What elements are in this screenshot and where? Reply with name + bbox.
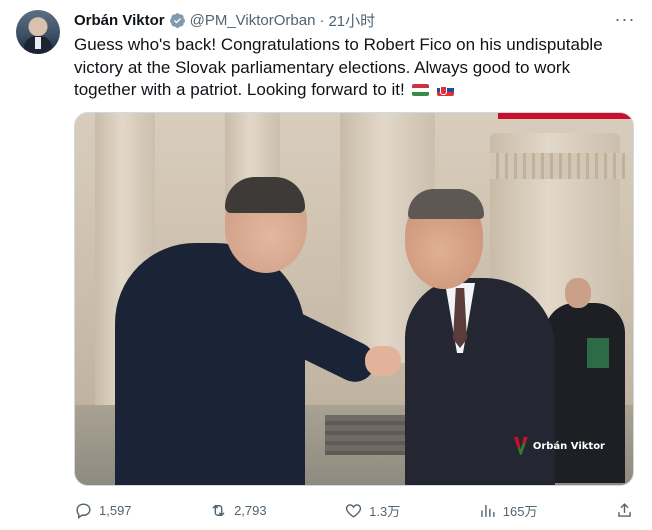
author-name[interactable]: Orbán Viktor bbox=[74, 12, 165, 29]
views-button[interactable]: 165万 bbox=[478, 501, 538, 520]
photo-watermark: Orbán Viktor bbox=[513, 437, 605, 455]
left-person-hair bbox=[225, 177, 305, 213]
author-handle[interactable]: @PM_ViktorOrban bbox=[190, 12, 316, 29]
left-person-suit bbox=[115, 243, 305, 485]
handshake bbox=[365, 346, 401, 376]
tweet-body: Guess who's back! Congratulations to Rob… bbox=[74, 35, 603, 99]
reply-icon bbox=[76, 502, 91, 519]
watermark-text: Orbán Viktor bbox=[532, 440, 605, 452]
tweet-timestamp[interactable]: 21小时 bbox=[328, 10, 375, 31]
retweet-count: 2,793 bbox=[234, 502, 267, 518]
view-count: 165万 bbox=[502, 503, 538, 519]
flag-slovakia-icon bbox=[437, 84, 455, 96]
tweet-photo[interactable]: Orbán Viktor bbox=[74, 112, 634, 486]
tweet-text: Guess who's back! Congratulations to Rob… bbox=[74, 34, 634, 102]
verified-badge-icon bbox=[169, 12, 185, 28]
heart-icon bbox=[346, 503, 362, 518]
reply-button[interactable]: 1,597 bbox=[74, 501, 132, 520]
right-person-hair bbox=[408, 189, 484, 219]
green-folder bbox=[587, 338, 609, 368]
like-count: 1.3万 bbox=[369, 503, 401, 519]
watermark-logo-icon bbox=[513, 437, 528, 455]
tweet-header: Orbán Viktor @PM_ViktorOrban · 21小时 ··· bbox=[74, 8, 636, 31]
flag-hungary-icon bbox=[412, 84, 430, 96]
background-person-head bbox=[565, 278, 591, 308]
separator-dot: · bbox=[319, 11, 325, 29]
views-chart-icon bbox=[481, 504, 495, 517]
brand-stripe bbox=[498, 113, 633, 119]
author-avatar[interactable] bbox=[16, 10, 60, 54]
share-button[interactable] bbox=[615, 501, 634, 520]
background-person bbox=[545, 303, 625, 483]
more-options-icon[interactable]: ··· bbox=[614, 8, 636, 30]
tweet: Orbán Viktor @PM_ViktorOrban · 21小时 ··· … bbox=[0, 0, 652, 530]
like-button[interactable]: 1.3万 bbox=[344, 501, 400, 520]
retweet-button[interactable]: 2,793 bbox=[209, 501, 267, 520]
share-icon bbox=[618, 502, 631, 517]
retweet-icon bbox=[212, 504, 225, 516]
tweet-actions: 1,597 2,793 1.3万 165万 bbox=[74, 497, 634, 523]
reply-count: 1,597 bbox=[99, 502, 132, 518]
building-ledge bbox=[490, 153, 625, 179]
avatar-shirt bbox=[35, 37, 41, 49]
